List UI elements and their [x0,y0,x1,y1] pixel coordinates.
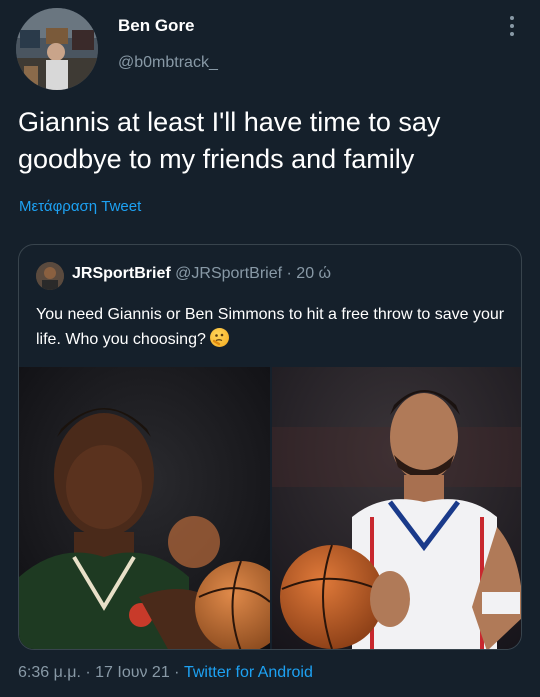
ben-simmons-photo[interactable] [272,367,521,649]
footer-separator-2: · [169,664,184,681]
profile-photo-image [16,8,98,90]
tweet-detail: Ben Gore @b0mbtrack_ Giannis at least I'… [0,0,540,697]
tweet-source-link[interactable]: Twitter for Android [184,664,313,681]
quoted-avatar-image [36,262,64,290]
author-handle[interactable]: @b0mbtrack_ [118,54,218,72]
quoted-separator: · [282,265,297,282]
quoted-tweet-card[interactable]: JRSportBrief @JRSportBrief · 20 ώ You ne… [18,244,522,650]
quoted-tweet-text: You need Giannis or Ben Simmons to hit a… [36,302,516,352]
quoted-tweet-header: JRSportBrief @JRSportBrief · 20 ώ [72,265,331,283]
tweet-footer: 6:36 μ.μ. · 17 Ιουν 21 · Twitter for And… [18,664,313,682]
footer-separator-1: · [80,664,96,681]
tweet-time[interactable]: 6:36 μ.μ. [18,664,81,681]
quoted-media [19,367,521,649]
ben-simmons-free-throw-image [272,367,521,649]
quoted-time[interactable]: 20 ώ [296,265,331,282]
giannis-free-throw-image [19,367,270,649]
quoted-text-content: You need Giannis or Ben Simmons to hit a… [36,306,505,348]
quoted-handle[interactable]: @JRSportBrief [175,265,282,282]
author-display-name[interactable]: Ben Gore [118,16,195,36]
more-options-icon[interactable] [500,12,524,40]
quoted-display-name[interactable]: JRSportBrief [72,265,171,282]
author-avatar[interactable] [16,8,98,90]
thinking-face-icon [210,328,230,347]
translate-tweet-link[interactable]: Μετάφραση Tweet [19,198,141,215]
quoted-author-avatar[interactable] [36,262,64,290]
giannis-photo[interactable] [19,367,270,649]
tweet-text: Giannis at least I'll have time to say g… [18,107,441,174]
tweet-date[interactable]: 17 Ιουν 21 [95,664,170,681]
